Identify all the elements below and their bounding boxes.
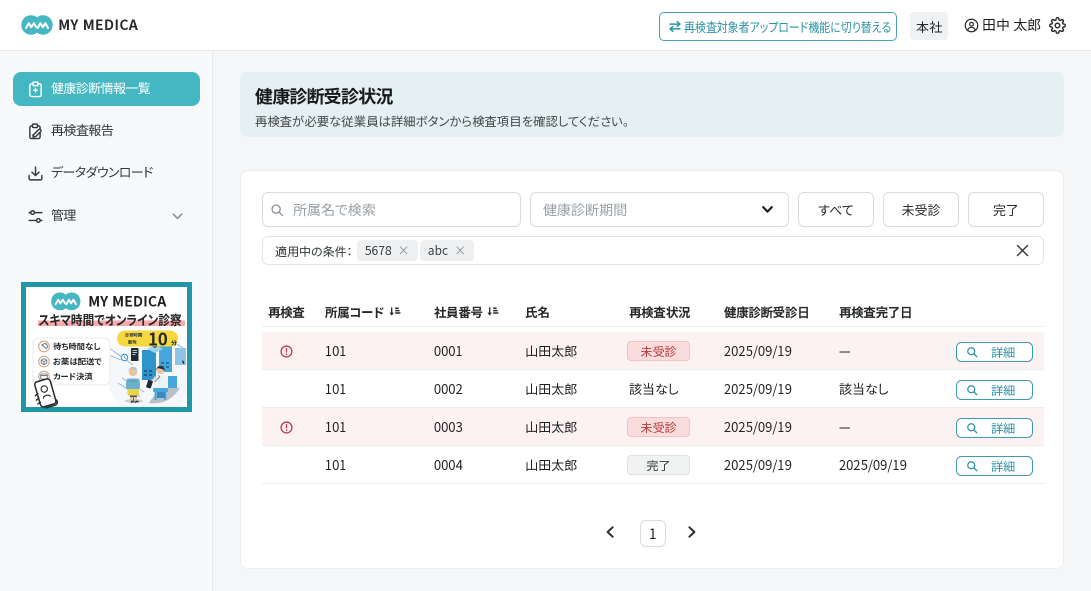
svg-text:診察時間: 診察時間 [125, 333, 142, 339]
svg-text:カード決済: カード決済 [53, 371, 94, 383]
svg-text:待ち時間なし: 待ち時間なし [52, 341, 101, 353]
svg-text:10: 10 [148, 326, 168, 351]
svg-text:最短: 最短 [127, 340, 137, 346]
svg-text:お薬は配送で: お薬は配送で [53, 356, 102, 368]
svg-text:分: 分 [170, 338, 178, 347]
